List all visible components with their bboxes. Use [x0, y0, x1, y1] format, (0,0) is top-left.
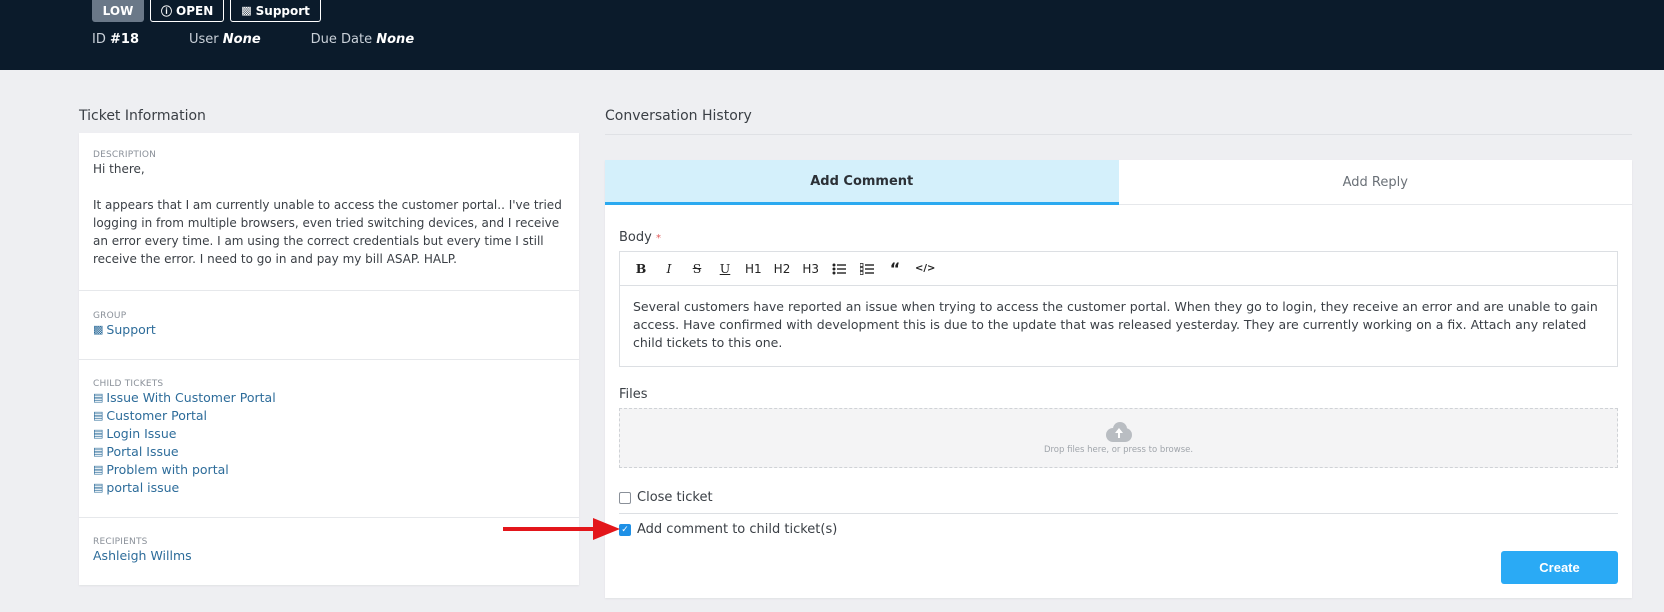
code-icon: </>: [915, 263, 936, 274]
ticket-icon: ▤: [93, 445, 104, 458]
bulleted-list-button[interactable]: [828, 258, 850, 280]
numbered-list-icon: [860, 262, 875, 275]
comment-form: Body * B I S U H1 H2 H3 “ </> Several cu…: [619, 230, 1618, 537]
child-ticket-link[interactable]: ▤ Portal Issue: [93, 443, 565, 461]
files-label: Files: [619, 387, 648, 402]
heading1-button[interactable]: H1: [742, 258, 765, 280]
add-comment-child-checkbox[interactable]: ✓: [619, 523, 631, 536]
child-ticket-link[interactable]: ▤ Login Issue: [93, 425, 565, 443]
description-text: Hi there, It appears that I am currently…: [93, 162, 562, 266]
child-ticket-link[interactable]: ▤ portal issue: [93, 479, 565, 497]
numbered-list-button[interactable]: [856, 258, 878, 280]
add-comment-child-label[interactable]: Add comment to child ticket(s): [637, 522, 837, 537]
italic-button[interactable]: I: [658, 258, 680, 280]
child-ticket-link[interactable]: ▤ Problem with portal: [93, 461, 565, 479]
badge-row: LOW ⓘ OPEN ▩ Support: [92, 0, 321, 22]
quote-button[interactable]: “: [884, 258, 906, 280]
ticket-icon: ▤: [93, 427, 104, 440]
child-ticket-link[interactable]: ▤ Customer Portal: [93, 407, 565, 425]
code-button[interactable]: </>: [912, 258, 938, 280]
group-label: GROUP: [93, 311, 127, 321]
cloud-upload-icon: [1105, 421, 1132, 442]
ticket-info-title: Ticket Information: [79, 108, 206, 124]
body-label: Body *: [619, 230, 661, 245]
child-tickets-block: CHILD TICKETS ▤ Issue With Customer Porta…: [79, 360, 579, 518]
close-ticket-checkbox[interactable]: [619, 491, 631, 504]
body-editor: B I S U H1 H2 H3 “ </> Several customers…: [619, 251, 1618, 367]
tab-add-comment[interactable]: Add Comment: [605, 160, 1119, 205]
ticket-user: User None: [188, 32, 261, 47]
required-mark: *: [655, 233, 661, 244]
group-icon: ▩: [93, 323, 104, 336]
strikethrough-button[interactable]: S: [686, 258, 708, 280]
group-link[interactable]: ▩ Support: [93, 321, 565, 339]
add-comment-child-row: ✓ Add comment to child ticket(s): [619, 522, 1618, 537]
description-label: DESCRIPTION: [93, 150, 157, 160]
group-badge-label: Support: [255, 3, 310, 18]
conversation-history-title: Conversation History: [605, 108, 752, 124]
file-dropzone[interactable]: Drop files here, or press to browse.: [619, 408, 1618, 468]
info-icon: ⓘ: [161, 4, 172, 18]
group-icon: ▩: [241, 4, 252, 17]
recipients-label: RECIPIENTS: [93, 537, 148, 547]
body-textarea[interactable]: Several customers have reported an issue…: [620, 286, 1617, 366]
ticket-icon: ▤: [93, 463, 104, 476]
description-block: DESCRIPTION Hi there, It appears that I …: [79, 133, 579, 291]
bold-button[interactable]: B: [630, 258, 652, 280]
ticket-icon: ▤: [93, 391, 104, 404]
create-button[interactable]: Create: [1501, 551, 1618, 584]
child-ticket-link[interactable]: ▤ Issue With Customer Portal: [93, 389, 565, 407]
status-badge[interactable]: ⓘ OPEN: [150, 0, 225, 22]
group-block: GROUP ▩ Support: [79, 291, 579, 360]
dropzone-text: Drop files here, or press to browse.: [1043, 444, 1194, 455]
comment-tabs: Add Comment Add Reply: [605, 160, 1632, 205]
red-arrow-icon: [503, 518, 620, 540]
ticket-due-date: Due Date None: [310, 32, 415, 47]
section-divider: [605, 134, 1632, 135]
bulleted-list-icon: [832, 263, 847, 274]
recipient-link[interactable]: Ashleigh Willms: [93, 547, 565, 565]
heading3-button[interactable]: H3: [799, 258, 822, 280]
close-ticket-row: Close ticket: [619, 490, 1618, 505]
ticket-icon: ▤: [93, 481, 104, 494]
quote-icon: “: [889, 259, 901, 278]
status-label: OPEN: [176, 3, 214, 18]
ticket-id: ID #18: [92, 32, 139, 47]
editor-toolbar: B I S U H1 H2 H3 “ </>: [620, 252, 1617, 286]
comment-form-card: Add Comment Add Reply Body * B I S U H1 …: [605, 160, 1632, 598]
child-tickets-label: CHILD TICKETS: [93, 379, 164, 389]
priority-badge[interactable]: LOW: [92, 0, 144, 22]
ticket-meta: ID #18 User None Due Date None: [92, 32, 464, 47]
tab-add-reply[interactable]: Add Reply: [1118, 160, 1632, 205]
close-ticket-label[interactable]: Close ticket: [637, 490, 713, 505]
heading2-button[interactable]: H2: [771, 258, 794, 280]
ticket-icon: ▤: [93, 409, 104, 422]
group-badge[interactable]: ▩ Support: [230, 0, 321, 22]
form-divider: [619, 513, 1618, 514]
underline-button[interactable]: U: [714, 258, 736, 280]
ticket-header: LOW ⓘ OPEN ▩ Support ID #18 User None Du…: [0, 0, 1664, 70]
